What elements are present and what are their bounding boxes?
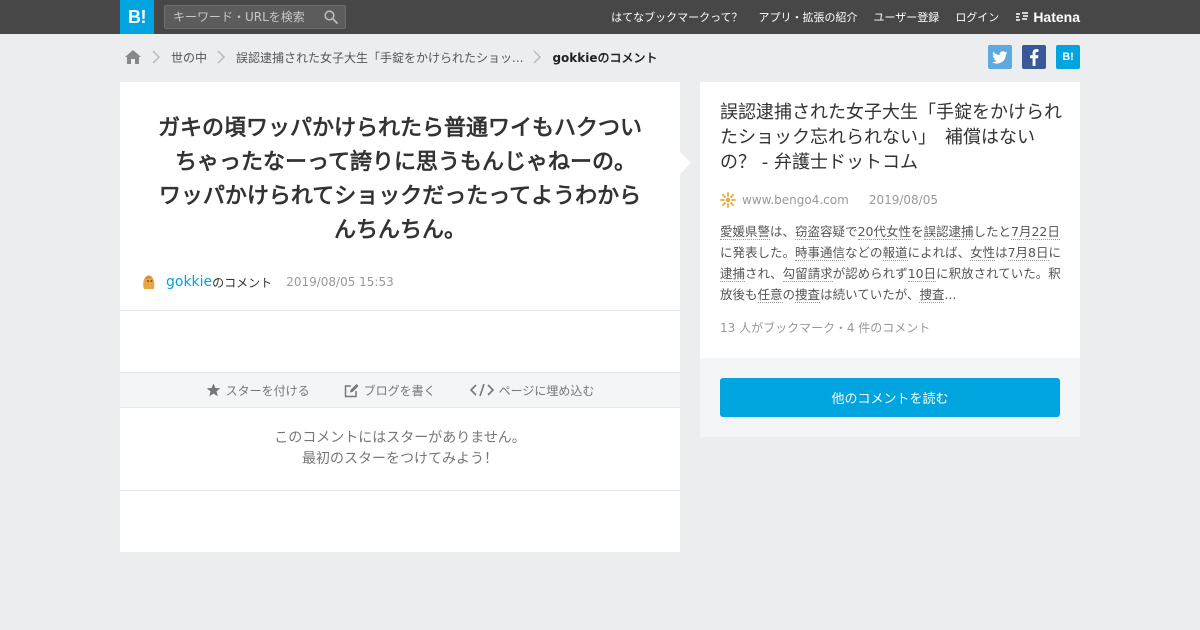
chevron-right-icon bbox=[152, 50, 161, 64]
entry-date: 2019/08/05 bbox=[868, 193, 938, 207]
nav-login[interactable]: ログイン bbox=[955, 9, 999, 25]
no-star-message: このコメントにはスターがありません。 最初のスターをつけてみよう！ bbox=[120, 428, 680, 470]
code-icon bbox=[469, 383, 494, 397]
facebook-icon bbox=[1030, 48, 1039, 66]
comment-card: ガキの頃ワッパかけられたら普通ワイもハクついちゃったなーって誇りに思うもんじゃね… bbox=[120, 82, 680, 552]
avatar[interactable] bbox=[140, 273, 158, 291]
entry-card: 誤認逮捕された女子大生「手錠をかけられたショック忘れられない」 補償はないの？ … bbox=[700, 82, 1080, 358]
excerpt-text: は、 bbox=[770, 224, 796, 239]
hatena-bookmark-share-button[interactable]: B! bbox=[1056, 45, 1080, 69]
excerpt-keyword: 20代 bbox=[857, 224, 886, 240]
excerpt-text: は続いていたが、 bbox=[820, 287, 920, 302]
embed-label: ページに埋め込む bbox=[498, 383, 595, 398]
share-buttons: B! bbox=[978, 45, 1080, 69]
excerpt-keyword: 女性 bbox=[885, 224, 911, 240]
comment-label: のコメント bbox=[212, 275, 273, 290]
twitter-share-button[interactable] bbox=[988, 45, 1012, 69]
write-blog-label: ブログを書く bbox=[363, 383, 436, 398]
breadcrumb: 世の中 誤認逮捕された女子大生「手錠をかけられたショッ... gokkieのコメ… bbox=[124, 46, 658, 68]
nav-about[interactable]: はてなブックマークって？ bbox=[611, 9, 742, 25]
excerpt-text: などの bbox=[845, 245, 883, 260]
excerpt-keyword: 捜査 bbox=[795, 287, 821, 303]
card-pointer bbox=[680, 152, 691, 174]
facebook-share-button[interactable] bbox=[1022, 45, 1046, 69]
top-nav: はてなブックマークって？ アプリ・拡張の紹介 ユーザー登録 ログイン Haten… bbox=[595, 0, 1080, 34]
entry-meta: www.bengo4.com 2019/08/05 bbox=[720, 190, 938, 210]
excerpt-text: したと bbox=[973, 224, 1012, 239]
excerpt-keyword: 7月8日 bbox=[1007, 245, 1049, 261]
breadcrumb-current: gokkieのコメント bbox=[552, 50, 658, 65]
excerpt-keyword: 勾留請求 bbox=[782, 266, 833, 282]
read-more-panel: 他のコメントを読む bbox=[700, 358, 1080, 437]
entry-excerpt: 愛媛県警は、窃盗容疑で20代女性を誤認逮捕したと7月22日に発表した。時事通信な… bbox=[720, 221, 1062, 305]
excerpt-text: 容疑で bbox=[820, 224, 858, 239]
hatena-brand-label: Hatena bbox=[1033, 9, 1080, 25]
twitter-icon bbox=[992, 50, 1008, 64]
excerpt-text: の bbox=[782, 287, 796, 302]
excerpt-keyword: 7月22日 bbox=[1011, 224, 1060, 240]
excerpt-text: を bbox=[910, 224, 924, 239]
excerpt-text: に bbox=[1048, 245, 1062, 260]
entry-domain[interactable]: www.bengo4.com bbox=[742, 193, 849, 207]
comment-meta: gokkie のコメント 2019/08/05 15:53 bbox=[140, 270, 394, 294]
write-blog-button[interactable]: ブログを書く bbox=[344, 382, 436, 399]
excerpt-keyword: 時事通信 bbox=[795, 245, 846, 261]
excerpt-keyword: 10日 bbox=[907, 266, 937, 282]
embed-button[interactable]: ページに埋め込む bbox=[469, 382, 595, 399]
chevron-right-icon bbox=[533, 50, 542, 64]
search-input[interactable] bbox=[173, 6, 319, 28]
star-icon bbox=[206, 383, 220, 396]
excerpt-keyword: 任意 bbox=[757, 287, 783, 303]
home-icon[interactable] bbox=[124, 49, 142, 65]
excerpt-text: され、 bbox=[745, 266, 783, 281]
breadcrumb-entry[interactable]: 誤認逮捕された女子大生「手錠をかけられたショッ... bbox=[236, 49, 523, 66]
excerpt-keyword: 報道 bbox=[882, 245, 908, 261]
breadcrumb-category[interactable]: 世の中 bbox=[171, 49, 207, 66]
nav-apps[interactable]: アプリ・拡張の紹介 bbox=[759, 9, 858, 25]
add-star-button[interactable]: スターを付ける bbox=[206, 382, 310, 399]
hatena-bookmark-logo[interactable]: B! bbox=[120, 0, 154, 34]
comment-timestamp[interactable]: 2019/08/05 15:53 bbox=[286, 275, 394, 289]
excerpt-keyword: 捜査 bbox=[919, 287, 945, 303]
hatena-brand-link[interactable]: Hatena bbox=[1015, 9, 1080, 25]
chevron-right-icon bbox=[217, 50, 226, 64]
read-other-comments-button[interactable]: 他のコメントを読む bbox=[720, 378, 1060, 417]
excerpt-text: が認められず bbox=[832, 266, 908, 281]
site-favicon-icon bbox=[720, 192, 736, 208]
excerpt-keyword: 窃盗 bbox=[795, 224, 821, 240]
entry-title-link[interactable]: 誤認逮捕された女子大生「手錠をかけられたショック忘れられない」 補償はないの？ … bbox=[720, 100, 1062, 175]
entry-stats[interactable]: 13 人がブックマーク・4 件のコメント bbox=[720, 319, 930, 336]
no-star-message-line1: このコメントにはスターがありません。 bbox=[274, 430, 526, 446]
excerpt-text: は bbox=[995, 245, 1008, 260]
divider bbox=[120, 310, 680, 311]
excerpt-keyword: 愛媛県警 bbox=[720, 224, 771, 240]
user-link[interactable]: gokkie bbox=[166, 274, 212, 290]
hatena-mark-icon bbox=[1016, 12, 1029, 21]
excerpt-text: に発表した。 bbox=[720, 245, 796, 260]
divider bbox=[120, 490, 680, 491]
excerpt-text: によれば、 bbox=[907, 245, 971, 260]
top-bar: B! はてなブックマークって？ アプリ・拡張の紹介 ユーザー登録 ログイン Ha… bbox=[0, 0, 1200, 34]
excerpt-keyword: 誤認逮捕 bbox=[923, 224, 974, 240]
excerpt-keyword: 逮捕 bbox=[720, 266, 746, 282]
edit-icon bbox=[344, 383, 359, 397]
comment-body: ガキの頃ワッパかけられたら普通ワイもハクついちゃったなーって誇りに思うもんじゃね… bbox=[157, 116, 647, 243]
add-star-label: スターを付ける bbox=[225, 383, 310, 398]
search-icon[interactable] bbox=[324, 10, 338, 24]
nav-register[interactable]: ユーザー登録 bbox=[874, 9, 940, 25]
comment-action-bar: スターを付ける ブログを書く ページに埋め込む bbox=[120, 372, 680, 408]
excerpt-text: ... bbox=[944, 287, 957, 302]
no-star-message-line2: 最初のスターをつけてみよう！ bbox=[302, 451, 498, 467]
search-box bbox=[164, 5, 346, 29]
excerpt-keyword: 女性 bbox=[970, 245, 996, 261]
